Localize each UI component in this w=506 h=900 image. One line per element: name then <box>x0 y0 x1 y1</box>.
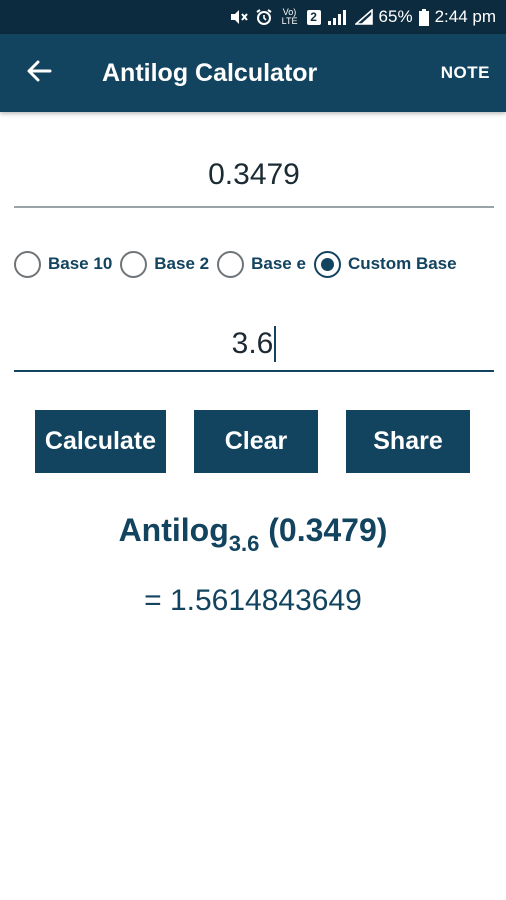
radio-label: Base 10 <box>48 254 113 273</box>
result-prefix: Antilog <box>118 512 229 548</box>
battery-icon <box>418 8 429 26</box>
signal-icon <box>327 9 349 25</box>
value-input-field[interactable] <box>14 158 494 208</box>
signal-icon-2 <box>354 9 373 25</box>
action-buttons: Calculate Clear Share <box>0 410 506 474</box>
result-base: 3.6 <box>228 531 260 556</box>
radio-unchecked-icon[interactable] <box>217 250 245 278</box>
result-argument: (0.3479) <box>268 512 388 548</box>
base-radio-group: Base 10 Base 2 Base e Custom Base <box>14 246 498 282</box>
app-bar: Antilog Calculator NOTE <box>0 34 506 112</box>
radio-label: Custom Base <box>347 254 457 273</box>
share-button[interactable]: Share <box>346 410 470 473</box>
sim-slot-icon: 2 <box>306 9 321 25</box>
battery-percent: 65% <box>378 7 413 26</box>
radio-dot <box>320 257 334 271</box>
radio-custom-base[interactable]: Custom Base <box>313 250 457 278</box>
volte-icon: Vo) LTE <box>281 7 298 26</box>
radio-base-10[interactable]: Base 10 <box>14 250 113 278</box>
page-title: Antilog Calculator <box>102 58 318 87</box>
radio-checked-icon[interactable] <box>313 250 341 278</box>
radio-unchecked-icon[interactable] <box>120 250 148 278</box>
clock: 2:44 pm <box>434 7 496 26</box>
clear-button[interactable]: Clear <box>194 410 318 473</box>
value-input[interactable] <box>14 158 494 192</box>
radio-label: Base 2 <box>154 254 210 273</box>
alarm-icon <box>255 8 273 26</box>
text-caret <box>274 326 277 362</box>
result-expression: Antilog3.6 (0.3479) <box>0 512 506 557</box>
arrow-left-icon <box>26 59 52 88</box>
mute-icon <box>229 9 249 25</box>
custom-base-field[interactable]: 3.6 <box>14 320 494 372</box>
result-value: = 1.5614843649 <box>144 584 362 617</box>
note-button[interactable]: NOTE <box>441 63 490 83</box>
radio-label: Base e <box>251 254 306 273</box>
status-bar: Vo) LTE 2 65% 2:44 pm <box>0 0 506 34</box>
radio-unchecked-icon[interactable] <box>14 250 41 278</box>
radio-base-e[interactable]: Base e <box>217 250 306 278</box>
calculate-button[interactable]: Calculate <box>35 410 166 473</box>
back-button[interactable] <box>0 34 78 112</box>
custom-base-input[interactable]: 3.6 <box>232 327 274 361</box>
radio-base-2[interactable]: Base 2 <box>120 250 210 278</box>
